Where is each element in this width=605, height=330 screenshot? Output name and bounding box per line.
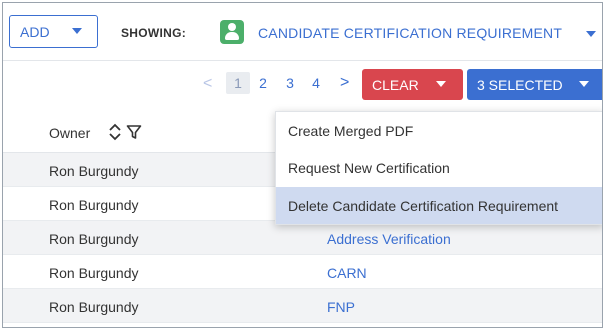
clear-button[interactable]: CLEAR: [362, 69, 463, 100]
chevron-down-icon: [436, 81, 446, 87]
page-3[interactable]: 3: [282, 72, 298, 94]
menu-item-delete-requirement[interactable]: Delete Candidate Certification Requireme…: [276, 187, 602, 224]
sort-icon[interactable]: [108, 122, 122, 142]
add-button-label: ADD: [20, 23, 50, 40]
chevron-down-icon: [579, 81, 589, 87]
previous-page-icon[interactable]: <: [203, 75, 212, 93]
showing-label: SHOWING:: [121, 26, 187, 40]
page-2[interactable]: 2: [255, 72, 271, 94]
selected-count-label: 3 SELECTED: [477, 76, 563, 93]
table-row[interactable]: Ron Burgundy FNP: [3, 289, 602, 323]
page-4[interactable]: 4: [308, 72, 324, 94]
page-1[interactable]: 1: [226, 72, 250, 94]
chevron-down-icon[interactable]: [586, 31, 596, 37]
chevron-down-icon: [72, 28, 82, 34]
requirement-link[interactable]: FNP: [327, 299, 355, 315]
column-header-owner[interactable]: Owner: [49, 125, 90, 141]
owner-cell: Ron Burgundy: [49, 197, 139, 213]
top-toolbar: ADD SHOWING: CANDIDATE CERTIFICATION REQ…: [3, 3, 602, 61]
next-page-icon[interactable]: >: [340, 74, 349, 92]
selected-actions-menu: Create Merged PDF Request New Certificat…: [275, 111, 602, 225]
menu-item-create-merged-pdf[interactable]: Create Merged PDF: [276, 112, 602, 149]
person-badge-icon: [220, 20, 244, 44]
owner-cell: Ron Burgundy: [49, 231, 139, 247]
requirement-link[interactable]: CARN: [327, 265, 367, 281]
add-button[interactable]: ADD: [9, 15, 98, 48]
owner-cell: Ron Burgundy: [49, 299, 139, 315]
selected-actions-button[interactable]: 3 SELECTED: [467, 69, 602, 100]
filter-icon[interactable]: [126, 124, 142, 140]
table-row[interactable]: Ron Burgundy CARN: [3, 255, 602, 289]
pagination-bar: < 1 2 3 4 > CLEAR 3 SELECTED: [3, 62, 602, 108]
main-panel: ADD SHOWING: CANDIDATE CERTIFICATION REQ…: [2, 2, 603, 328]
owner-cell: Ron Burgundy: [49, 163, 139, 179]
requirement-link[interactable]: Address Verification: [327, 231, 451, 247]
owner-cell: Ron Burgundy: [49, 265, 139, 281]
clear-button-label: CLEAR: [372, 76, 419, 93]
table-row[interactable]: Ron Burgundy Address Verification: [3, 221, 602, 255]
entity-selector[interactable]: CANDIDATE CERTIFICATION REQUIREMENT: [258, 25, 562, 41]
menu-item-request-new-certification[interactable]: Request New Certification: [276, 149, 602, 186]
